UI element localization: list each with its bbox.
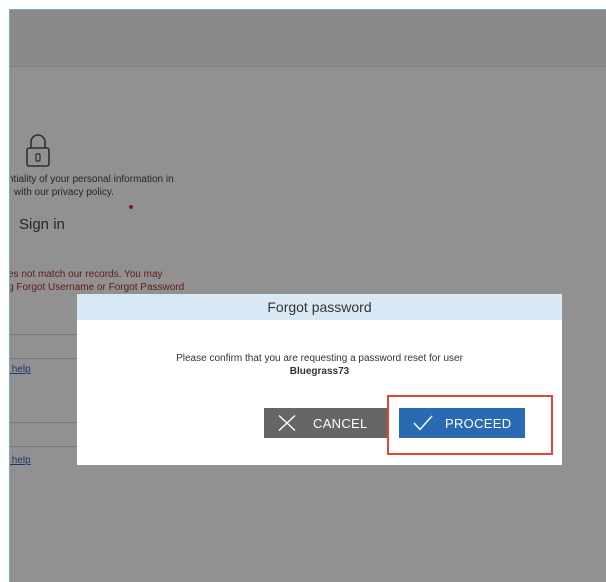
cancel-button-label: CANCEL (313, 415, 368, 431)
dialog-header: Forgot password (77, 294, 562, 320)
proceed-highlight-box (387, 395, 553, 455)
x-icon (278, 415, 296, 431)
dialog-username: Bluegrass73 (289, 366, 350, 377)
dialog-title: Forgot password (267, 299, 372, 315)
cancel-button[interactable]: CANCEL (264, 408, 388, 438)
browser-viewport: ntiality of your personal information in… (9, 9, 606, 582)
dialog-message: Please confirm that you are requesting a… (176, 353, 463, 364)
